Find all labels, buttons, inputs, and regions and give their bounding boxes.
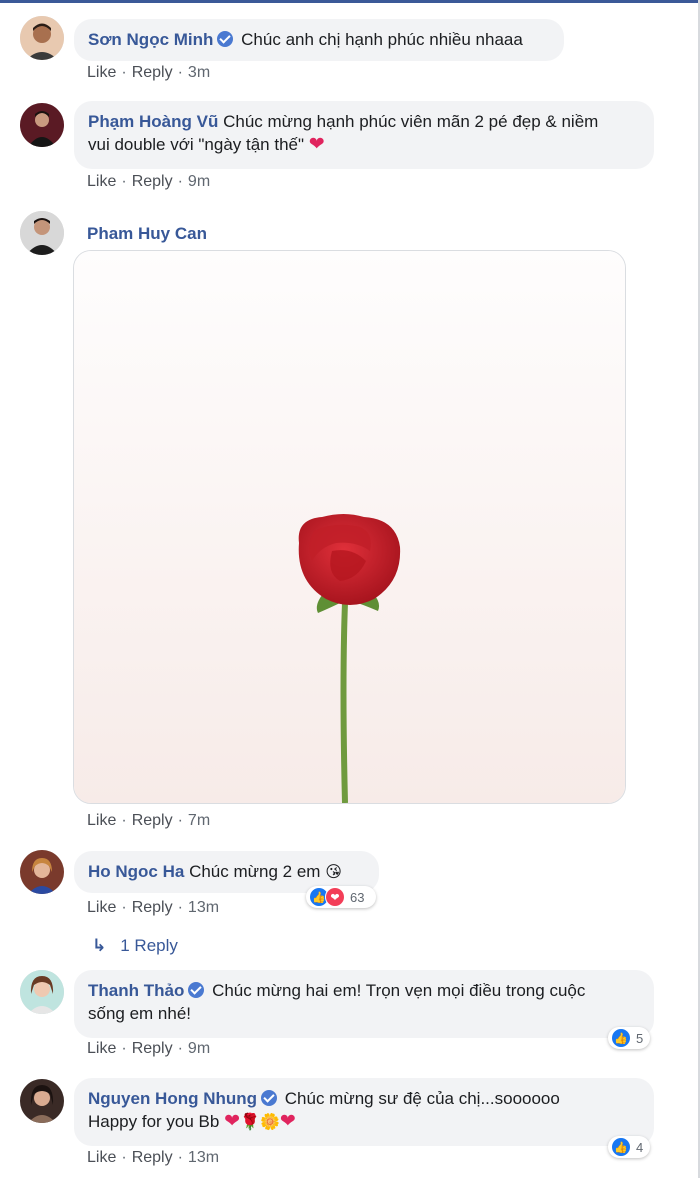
comment-bubble: Nguyen Hong Nhung Chúc mừng sư đệ của ch…	[74, 1078, 654, 1146]
timestamp[interactable]: 3m	[188, 64, 210, 81]
like-reaction-icon: 👍	[611, 1028, 631, 1048]
love-reaction-icon: ❤	[325, 887, 345, 907]
author-name[interactable]: Pham Huy Can	[87, 222, 207, 245]
separator: ·	[177, 1040, 183, 1057]
reply-link[interactable]: Reply	[132, 899, 173, 916]
separator: ·	[177, 173, 183, 190]
comment-actions: Like · Reply · 9m	[87, 172, 210, 192]
like-link[interactable]: Like	[87, 173, 116, 190]
heart-emoji-icon: ❤	[224, 1111, 241, 1132]
avatar[interactable]	[20, 970, 64, 1014]
avatar[interactable]	[20, 850, 64, 894]
comment-text-line1: Chúc mừng sư đệ của chị...soooooo	[284, 1089, 560, 1108]
reply-link[interactable]: Reply	[132, 173, 173, 190]
separator: ·	[121, 173, 127, 190]
like-link[interactable]: Like	[87, 1040, 116, 1057]
comment-text-line1: Chúc mừng hạnh phúc viên mãn 2 pé đẹp & …	[223, 112, 599, 131]
separator: ·	[177, 899, 183, 916]
like-link[interactable]: Like	[87, 1149, 116, 1166]
reactions-summary[interactable]: 👍 5	[608, 1027, 650, 1049]
reaction-count: 5	[636, 1030, 644, 1046]
avatar[interactable]	[20, 211, 64, 255]
reply-link[interactable]: Reply	[132, 1040, 173, 1057]
top-bar	[0, 0, 700, 3]
attached-image[interactable]	[73, 250, 626, 804]
rose-emoji-icon: 🌹	[240, 1114, 260, 1131]
reaction-count: 63	[350, 889, 365, 905]
comment-actions: Like · Reply · 7m	[87, 811, 210, 831]
separator: ·	[121, 899, 127, 916]
avatar[interactable]	[20, 16, 64, 60]
view-replies-link[interactable]: ↳ 1 Reply	[92, 936, 178, 956]
author-name[interactable]: Ho Ngoc Ha	[88, 862, 184, 881]
timestamp[interactable]: 9m	[188, 1040, 210, 1057]
replies-label[interactable]: 1 Reply	[120, 936, 178, 955]
reply-link[interactable]: Reply	[132, 812, 173, 829]
reactions-summary[interactable]: 👍 ❤ 63	[306, 886, 376, 908]
separator: ·	[121, 1040, 127, 1057]
author-name[interactable]: Phạm Hoàng Vũ	[88, 112, 218, 131]
kissing-face-emoji-icon: 😘	[325, 864, 342, 881]
author-name[interactable]: Thanh Thảo	[88, 981, 184, 1000]
reaction-count: 4	[636, 1139, 644, 1155]
flower-emoji-icon: 🌼	[259, 1114, 280, 1131]
verified-badge-icon	[261, 1090, 278, 1106]
like-link[interactable]: Like	[87, 899, 116, 916]
separator: ·	[177, 812, 183, 829]
like-link[interactable]: Like	[87, 64, 116, 81]
separator: ·	[177, 64, 183, 81]
comment-bubble: Sơn Ngọc Minh Chúc anh chị hạnh phúc nhi…	[74, 19, 564, 61]
avatar[interactable]	[20, 103, 64, 147]
reply-arrow-icon: ↳	[92, 936, 107, 955]
comment-actions: Like · Reply · 3m	[87, 63, 210, 83]
timestamp[interactable]: 7m	[188, 812, 210, 829]
comment-actions: Like · Reply · 13m	[87, 898, 219, 918]
like-link[interactable]: Like	[87, 812, 116, 829]
separator: ·	[177, 1149, 183, 1166]
heart-emoji-icon: ❤	[279, 1111, 296, 1132]
author-name[interactable]: Nguyen Hong Nhung	[88, 1089, 257, 1108]
timestamp[interactable]: 13m	[188, 1149, 219, 1166]
heart-emoji-icon: ❤	[308, 134, 325, 155]
comment-text-line2: sống em nhé!	[88, 1004, 192, 1023]
comment-text-line2: Happy for you Bb	[88, 1112, 220, 1131]
comment-text: Chúc mừng 2 em	[189, 862, 321, 881]
reply-link[interactable]: Reply	[132, 1149, 173, 1166]
comment-bubble: Phạm Hoàng Vũ Chúc mừng hạnh phúc viên m…	[74, 101, 654, 169]
comment-actions: Like · Reply · 13m	[87, 1148, 219, 1168]
comment-text-line1: Chúc mừng hai em! Trọn vẹn mọi điều tron…	[212, 981, 586, 1000]
verified-badge-icon	[188, 982, 205, 998]
like-reaction-icon: 👍	[611, 1137, 631, 1157]
timestamp[interactable]: 13m	[188, 899, 219, 916]
reply-link[interactable]: Reply	[132, 64, 173, 81]
reactions-summary[interactable]: 👍 4	[608, 1136, 650, 1158]
comment-bubble: Thanh Thảo Chúc mừng hai em! Trọn vẹn mọ…	[74, 970, 654, 1038]
comment-text: Chúc anh chị hạnh phúc nhiều nhaaa	[241, 30, 523, 49]
verified-badge-icon	[217, 31, 234, 47]
separator: ·	[121, 64, 127, 81]
separator: ·	[121, 812, 127, 829]
separator: ·	[121, 1149, 127, 1166]
timestamp[interactable]: 9m	[188, 173, 210, 190]
comment-text-line2: vui double với "ngày tận thế"	[88, 135, 305, 154]
comment-actions: Like · Reply · 9m	[87, 1039, 210, 1059]
author-name[interactable]: Sơn Ngọc Minh	[88, 30, 213, 49]
avatar[interactable]	[20, 1079, 64, 1123]
